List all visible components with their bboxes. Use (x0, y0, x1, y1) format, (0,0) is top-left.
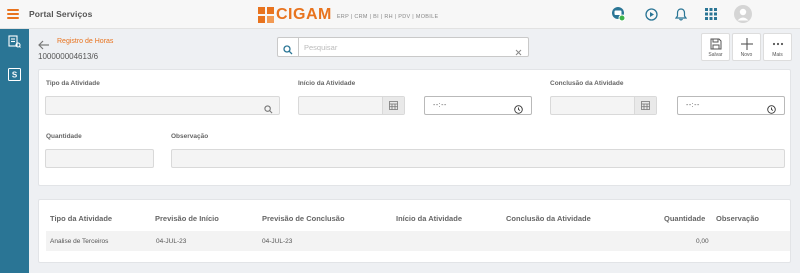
tipo-atividade-field[interactable] (45, 96, 280, 115)
col-previsao-conclusao[interactable]: Previsão de Conclusão (262, 214, 345, 223)
more-button[interactable]: Mais (763, 33, 792, 61)
observacao-field[interactable] (171, 149, 785, 168)
plus-icon (740, 37, 754, 50)
quantidade-label: Quantidade (46, 133, 82, 140)
calendar-icon[interactable] (382, 97, 404, 114)
app-title: Portal Serviços (29, 9, 93, 19)
logo-text: CIGAM (276, 6, 332, 23)
clock-icon[interactable] (767, 101, 776, 119)
observacao-label: Observação (171, 133, 209, 140)
search-divider (298, 38, 299, 56)
breadcrumb[interactable]: Registro de Horas (57, 38, 113, 45)
col-observacao[interactable]: Observação (716, 214, 759, 223)
cell-tipo: Analise de Terceiros (50, 238, 109, 245)
quantidade-field[interactable] (45, 149, 154, 168)
save-label: Salvar (708, 52, 723, 58)
svg-text:S: S (12, 71, 18, 80)
inicio-time-value: --:-- (433, 102, 447, 109)
back-arrow-icon[interactable] (38, 37, 50, 50)
col-conclusao-atividade[interactable]: Conclusão da Atividade (506, 214, 591, 223)
search-input[interactable] (304, 41, 504, 53)
more-label: Mais (772, 52, 783, 58)
bell-icon[interactable] (673, 6, 689, 22)
search-icon[interactable] (264, 101, 273, 119)
cell-previsao-conclusao: 04-JUL-23 (262, 238, 293, 245)
avatar[interactable] (734, 5, 752, 23)
clear-icon[interactable] (515, 43, 522, 61)
clock-icon[interactable] (514, 101, 523, 119)
record-id: 100000004613/6 (38, 52, 99, 61)
inicio-date-field[interactable] (298, 96, 405, 115)
s-badge-icon[interactable]: S (8, 68, 21, 81)
cell-quantidade: 0,00 (696, 238, 709, 245)
form-panel (38, 69, 791, 186)
new-label: Novo (740, 52, 753, 58)
conclusao-atividade-label: Conclusão da Atividade (550, 80, 624, 87)
col-quantidade[interactable]: Quantidade (664, 214, 705, 223)
save-button[interactable]: Salvar (701, 33, 730, 61)
task-list-icon[interactable] (8, 35, 21, 48)
chat-status-icon[interactable] (610, 6, 626, 22)
inicio-atividade-label: Início da Atividade (298, 80, 356, 87)
cigam-logo-mark (258, 7, 274, 23)
search-icon[interactable] (283, 42, 293, 60)
new-button[interactable]: Novo (732, 33, 761, 61)
conclusao-time-value: --:-- (686, 102, 700, 109)
conclusao-time-field[interactable]: --:-- (677, 96, 785, 115)
sidebar: S (0, 29, 29, 273)
conclusao-date-field[interactable] (550, 96, 657, 115)
save-icon (709, 37, 723, 50)
play-icon[interactable] (643, 6, 659, 22)
inicio-time-field[interactable]: --:-- (424, 96, 532, 115)
logo-subtitle: ERP | CRM | BI | RH | PDV | MOBILE (336, 14, 439, 20)
cigam-logo: CIGAM ERP | CRM | BI | RH | PDV | MOBILE (258, 5, 438, 25)
col-inicio-atividade[interactable]: Início da Atividade (396, 214, 462, 223)
more-icon (771, 37, 785, 50)
col-previsao-inicio[interactable]: Previsão de Início (155, 214, 219, 223)
top-bar: Portal Serviços CIGAM ERP | CRM | BI | R… (0, 0, 800, 29)
menu-icon[interactable] (7, 9, 19, 19)
col-tipo-atividade[interactable]: Tipo da Atividade (50, 214, 112, 223)
search-box (277, 37, 529, 57)
apps-grid-icon[interactable] (703, 6, 719, 22)
cell-previsao-inicio: 04-JUL-23 (156, 238, 187, 245)
tipo-atividade-label: Tipo da Atividade (46, 80, 100, 87)
calendar-icon[interactable] (634, 97, 656, 114)
